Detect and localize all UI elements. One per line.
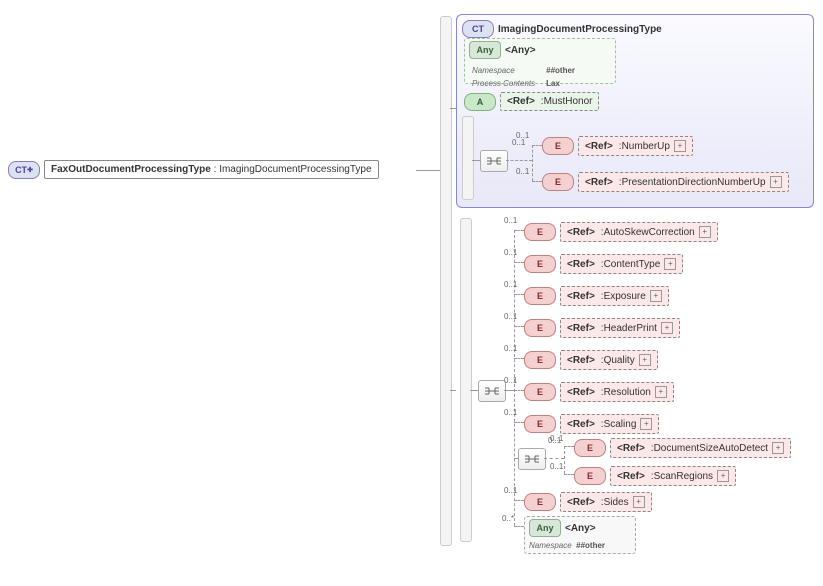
element-badge: E xyxy=(524,493,556,511)
attribute-badge: A xyxy=(464,93,496,111)
cardinality: 0..1 xyxy=(504,376,517,385)
element-badge: E xyxy=(542,137,574,155)
expand-icon[interactable]: + xyxy=(655,386,667,398)
cardinality: 0..1 xyxy=(550,462,563,471)
attribute-ref: A <Ref>: MustHonor xyxy=(464,92,599,111)
element-badge: E xyxy=(574,439,606,457)
vertical-branch-bar xyxy=(440,16,452,546)
expand-icon[interactable]: + xyxy=(640,418,652,430)
cardinality: 0..1 xyxy=(504,408,517,417)
connector xyxy=(472,160,480,161)
connector xyxy=(450,390,456,391)
expand-icon[interactable]: + xyxy=(633,496,645,508)
element-ref-presentationdirection: E <Ref>: PresentationDirectionNumberUp+ xyxy=(542,172,789,192)
cardinality: 0..1 xyxy=(550,434,563,443)
expand-icon[interactable]: + xyxy=(639,354,651,366)
element-badge: E xyxy=(524,223,556,241)
root-label: FaxOutDocumentProcessingType : ImagingDo… xyxy=(44,160,379,179)
connector xyxy=(504,390,514,391)
cardinality: 0..1 xyxy=(516,131,529,140)
connector xyxy=(532,145,542,146)
connector xyxy=(532,181,542,182)
root-complex-type: CT✚ FaxOutDocumentProcessingType : Imagi… xyxy=(8,160,379,179)
any-badge: Any xyxy=(529,519,561,537)
sequence-compositor xyxy=(518,448,546,470)
expand-icon[interactable]: + xyxy=(717,470,729,482)
cardinality: 0..1 xyxy=(504,344,517,353)
element-badge: E xyxy=(524,383,556,401)
element-ref: E<Ref>: AutoSkewCorrection+ xyxy=(524,222,718,242)
expand-icon[interactable]: + xyxy=(770,176,782,188)
element-ref-numberup: E <Ref>: NumberUp+ xyxy=(542,136,693,156)
any-particle: Any <Any> Namespace##other Process Conte… xyxy=(464,38,616,84)
sequence-compositor xyxy=(480,150,508,172)
cardinality: 0..1 xyxy=(516,167,529,176)
cardinality: 0..1 xyxy=(504,248,517,257)
element-ref: E<Ref>: Resolution+ xyxy=(524,382,674,402)
any-particle: Any <Any> Namespace ##other xyxy=(524,516,636,554)
element-badge: E xyxy=(574,467,606,485)
element-ref-sides: E<Ref>: Sides+ xyxy=(524,492,652,512)
ct-badge: CT xyxy=(462,20,494,38)
element-badge: E xyxy=(524,351,556,369)
expand-icon[interactable]: + xyxy=(699,226,711,238)
ct-badge: CT✚ xyxy=(8,161,40,179)
element-ref: E<Ref>: HeaderPrint+ xyxy=(524,318,680,338)
cardinality: 0..* xyxy=(502,514,514,523)
element-badge: E xyxy=(542,173,574,191)
element-ref: E<Ref>: Scaling+ xyxy=(524,414,659,434)
element-ref: E<Ref>: DocumentSizeAutoDetect+ xyxy=(574,438,791,458)
element-badge: E xyxy=(524,319,556,337)
sequence-compositor xyxy=(478,380,506,402)
connector xyxy=(470,390,478,391)
supertype-header: CT ImagingDocumentProcessingType xyxy=(462,20,662,38)
cardinality: 0..1 xyxy=(504,486,517,495)
element-badge: E xyxy=(524,255,556,273)
any-badge: Any xyxy=(469,41,501,59)
vertical-branch-bar xyxy=(462,116,474,200)
expand-icon[interactable]: + xyxy=(664,258,676,270)
element-badge: E xyxy=(524,415,556,433)
connector xyxy=(532,145,533,181)
expand-icon[interactable]: + xyxy=(650,290,662,302)
cardinality: 0..1 xyxy=(504,216,517,225)
element-ref: E<Ref>: ScanRegions+ xyxy=(574,466,736,486)
element-ref: E<Ref>: Quality+ xyxy=(524,350,658,370)
cardinality: 0..1 xyxy=(504,280,517,289)
element-badge: E xyxy=(524,287,556,305)
expand-icon[interactable]: + xyxy=(661,322,673,334)
element-ref: E<Ref>: Exposure+ xyxy=(524,286,669,306)
element-ref: E<Ref>: ContentType+ xyxy=(524,254,683,274)
cardinality: 0..1 xyxy=(504,312,517,321)
connector xyxy=(506,160,532,161)
expand-icon[interactable]: + xyxy=(772,442,784,454)
connector xyxy=(416,170,440,171)
vertical-branch-bar xyxy=(460,218,472,542)
expand-icon[interactable]: + xyxy=(674,140,686,152)
